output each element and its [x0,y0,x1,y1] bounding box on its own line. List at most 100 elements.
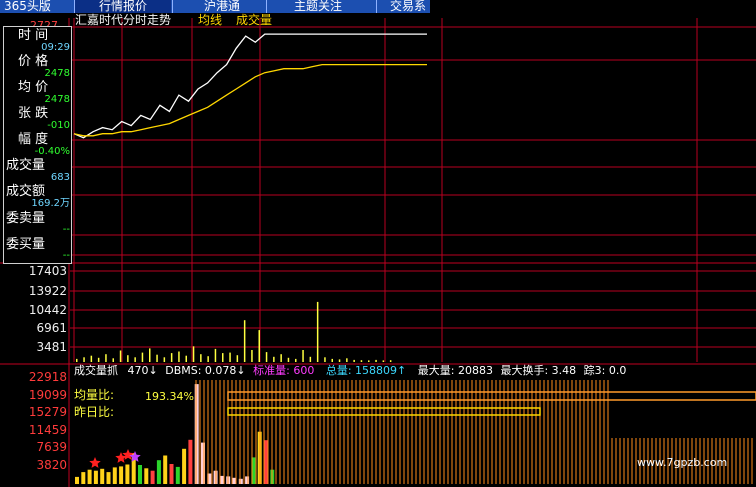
volume-bar [149,348,151,362]
ratio-bar [106,472,111,484]
amplitude-label: 幅 度 [18,132,49,147]
volume-bar [295,358,297,362]
ratio-bar [138,465,142,484]
volume-bar [265,352,268,362]
volume-bar [382,360,385,362]
signal-star-icon [89,457,101,468]
grab-value: 470↓ [127,364,158,377]
ratio-bar [144,468,149,484]
stock-title: 汇嘉时代分时走势 [75,13,172,27]
ratio-value: 193.34% [145,390,194,403]
trace-readout: 踪3: 0.0 [583,364,627,377]
volume-axis-tick: 17403 [28,264,67,278]
volume-bar [368,360,370,362]
grab-label: 成交量抓 [74,364,118,377]
change-label: 张 跌 [18,106,49,121]
volume-bar [134,357,136,362]
quote-info-panel: 时 间 09:29 价 格 2478 均 价 2478 张 跌 -010 幅 度… [3,26,72,264]
ratio-bar [169,464,174,484]
amount-label: 成交额 [6,184,46,199]
volume-bar [353,359,355,362]
price-label: 价 格 [18,54,49,69]
price-line [73,33,427,139]
total-volume: 总量: 158809↑ [325,364,407,377]
change-value: -010 [47,120,70,131]
volume-bar [229,352,231,362]
amplitude-value: -0.40% [34,146,70,157]
volume-bar [97,357,100,362]
ratio-bar [238,478,243,484]
volume-axis-tick: 10442 [28,303,67,317]
bid-volume-label: 委买量 [6,237,46,252]
ask-volume-label: 委卖量 [6,211,46,226]
volume-bar [105,354,107,362]
volume-bar [236,355,239,362]
volume-axis-tick: 13922 [28,284,67,298]
ratio-bar [119,466,124,484]
ratio-bar [87,469,92,484]
ratio-label: 均量比: [74,388,115,402]
ratio-bar [163,455,168,484]
ratio-bar [182,448,187,484]
ratio-bar [188,439,193,484]
ratio-axis-tick: 11459 [28,423,67,437]
volume-bar [375,359,377,362]
volume-value: 683 [50,172,70,183]
ratio-bar [264,440,268,484]
ratio-bar [156,460,161,484]
volume-bar [200,354,202,362]
volume-axis-tick: 6961 [36,321,67,335]
ratio-bar [150,470,155,484]
volume-bar [389,360,392,362]
volume-bar [185,355,187,362]
volume-bar [76,358,78,362]
volume-bar [287,357,290,362]
ratio-bar [125,464,130,484]
avg-value: 2478 [44,94,70,105]
volume-bar [156,354,158,362]
volume-bar [141,352,144,362]
ask-volume-value: -- [62,224,70,235]
volume-bar [316,301,319,362]
ratio-axis-tick: 22918 [28,370,67,384]
volume-bar [178,351,180,362]
volume-bar [90,355,93,362]
time-label: 时 间 [18,28,49,43]
volume-bar [258,330,260,362]
volume-bar [222,353,224,362]
amount-value: 169.2万 [31,198,70,209]
avg-label: 均 价 [18,80,49,95]
volume-bar [119,350,122,362]
max-turnover: 最大换手: 3.48 [500,364,577,377]
watermark: www.7gpzb.com [637,456,728,469]
volume-bar [170,353,173,362]
ratio-axis-tick: 7639 [36,440,67,454]
volume-bar [302,350,304,362]
indicator-status-bar: 成交量抓 470↓ DBMS: 0.078↓ 标准量: 600 总量: 1588… [74,364,626,377]
volume-bar [112,358,114,362]
ratio-axis-tick: 3820 [36,458,67,472]
ratio-bar [81,472,86,484]
volume-bar [273,356,275,362]
volume-bar [360,360,363,362]
volume-bar [192,346,195,362]
bid-volume-value: -- [62,250,70,261]
standard-volume: 标准量: 600 [253,364,315,377]
volume-bar [346,358,348,362]
volume-bar [338,359,341,362]
volume-bar [163,357,166,362]
ratio-bar [100,468,105,484]
volume-bar [251,350,253,362]
max-volume: 最大量: 20883 [417,364,493,377]
ratio-bar [93,470,98,484]
ratio-bar [112,467,117,484]
price-value: 2478 [44,68,70,79]
legend-average: 均线 [198,13,223,27]
volume-bar [309,356,312,362]
volume-bar [331,358,333,362]
average-line [73,63,427,137]
volume-bar [207,356,209,362]
volume-label: 成交量 [6,158,46,173]
volume-bar [324,357,326,362]
volume-bar [280,354,282,362]
